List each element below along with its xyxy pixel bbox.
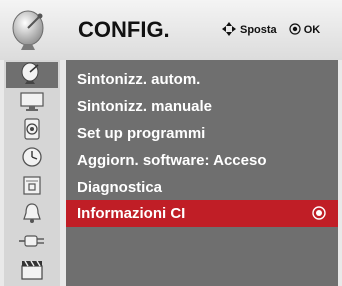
menu-item-programme-edit[interactable]: Set up programmi	[66, 120, 338, 147]
sidebar-item-picture[interactable]	[6, 90, 58, 116]
navigation-arrows-icon	[221, 21, 237, 40]
menu-item-software-update[interactable]: Aggiorn. software: Acceso	[66, 147, 338, 174]
sidebar-item-time[interactable]	[6, 146, 58, 172]
page-title: CONFIG.	[78, 17, 170, 42]
menu-panel: Sintonizz. autom. Sintonizz. manuale Set…	[66, 60, 338, 286]
lock-icon	[17, 174, 47, 200]
speaker-icon	[17, 118, 47, 144]
setup-menu-osd: CONFIG. Sposta OK Sintonizz. autom. Sint…	[0, 0, 342, 286]
menu-item-label: Sintonizz. autom.	[77, 71, 201, 88]
sidebar-item-setup[interactable]	[6, 62, 58, 88]
menu-item-auto-tuning[interactable]: Sintonizz. autom.	[66, 66, 338, 93]
ok-button-icon	[289, 22, 301, 38]
tv-screen-icon	[17, 90, 47, 116]
menu-item-label: Aggiorn. software: Acceso	[77, 152, 267, 169]
menu-item-label: Sintonizz. manuale	[77, 98, 213, 115]
menu-item-label: Set up programmi	[77, 125, 206, 142]
sidebar-item-input[interactable]	[6, 230, 58, 256]
ok-hint-label: OK	[303, 24, 321, 36]
move-hint-label: Sposta	[240, 24, 277, 36]
key-hints: Sposta OK	[221, 14, 320, 46]
sidebar-item-audio[interactable]	[6, 118, 58, 144]
menu-item-ci-information[interactable]: Informazioni CI	[66, 200, 338, 227]
ok-select-icon	[312, 206, 326, 220]
menu-item-label: Diagnostica	[77, 179, 163, 196]
sidebar-item-option[interactable]	[6, 202, 58, 228]
sidebar-item-lock[interactable]	[6, 174, 58, 200]
sidebar-item-media[interactable]	[6, 258, 58, 284]
menu-item-diagnostics[interactable]: Diagnostica	[66, 174, 338, 201]
menu-header: CONFIG. Sposta OK	[0, 0, 342, 60]
category-sidebar	[4, 60, 60, 286]
clock-icon	[17, 146, 47, 172]
bell-icon	[17, 202, 47, 228]
satellite-dish-icon	[10, 8, 50, 52]
menu-item-manual-tuning[interactable]: Sintonizz. manuale	[66, 93, 338, 120]
input-plug-icon	[17, 230, 47, 256]
clapperboard-icon	[17, 258, 47, 284]
satellite-dish-icon	[17, 62, 47, 88]
menu-item-label: Informazioni CI	[77, 205, 186, 222]
